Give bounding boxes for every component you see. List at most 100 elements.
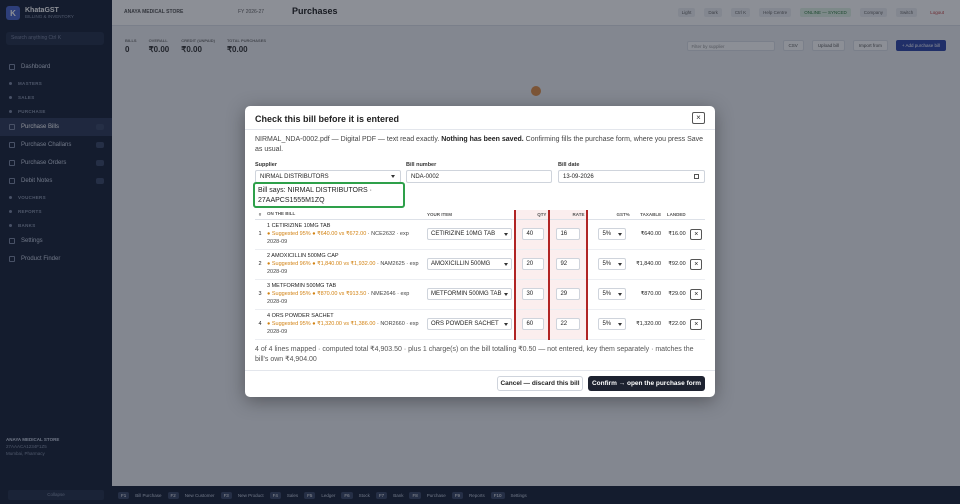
item-cell: ORS POWDER SACHET	[425, 309, 516, 340]
item-cell: CETIRIZINE 10MG TAB	[425, 219, 516, 250]
desc-not-saved: Nothing has been saved.	[441, 136, 524, 143]
gst-cell: 5%	[587, 279, 632, 310]
close-icon[interactable]: ×	[692, 112, 705, 124]
remove-cell: ×	[687, 309, 705, 340]
mapping-summary: 4 of 4 lines mapped · computed total ₹4,…	[255, 346, 694, 363]
column-header: GST%	[587, 210, 632, 220]
bill-item-detail: ● Suggested 95% ● ₹640.00 vs ₹672.00 · N…	[267, 230, 423, 246]
column-header: YOUR ITEM	[425, 210, 516, 220]
bill-lines-table: # ON THE BILL YOUR ITEM QTY RATE GST% TAXABLE L…	[255, 210, 705, 340]
table-row: 33 METFORMIN 500MG TAB ● Suggested 95% ● …	[255, 279, 705, 310]
bill-date-input[interactable]: 13-09-2026	[558, 170, 705, 183]
qty-cell: 60	[514, 309, 551, 340]
suggestion: ● Suggested 95% ● ₹870.00 vs ₹913.50	[267, 291, 367, 297]
bill-number-label: Bill number	[406, 162, 437, 168]
remove-line-icon[interactable]: ×	[690, 228, 703, 240]
column-header: LANDED	[663, 210, 688, 220]
bill-line: 2 AMOXICILLIN 500MG CAP ● Suggested 96% ●…	[265, 249, 425, 280]
landed-value: ₹29.00	[663, 279, 688, 310]
column-header: RATE	[549, 210, 589, 220]
item-select[interactable]: CETIRIZINE 10MG TAB	[427, 228, 513, 240]
qty-input[interactable]: 40	[522, 228, 545, 240]
bill-line: 3 METFORMIN 500MG TAB ● Suggested 95% ● ₹…	[265, 279, 425, 310]
remove-line-icon[interactable]: ×	[690, 288, 703, 300]
item-cell: AMOXICILLIN 500MG	[425, 249, 516, 280]
rate-cell: 92	[549, 249, 589, 280]
gst-select[interactable]: 5%	[598, 228, 627, 240]
table-row: 22 AMOXICILLIN 500MG CAP ● Suggested 96% …	[255, 249, 705, 280]
line-number: 2	[255, 249, 265, 280]
table-row: 11 CETIRIZINE 10MG TAB ● Suggested 95% ● …	[255, 219, 705, 250]
rate-cell: 16	[549, 219, 589, 250]
remove-cell: ×	[687, 219, 705, 250]
suggestion: ● Suggested 95% ● ₹640.00 vs ₹672.00	[267, 231, 367, 237]
taxable-value: ₹1,320.00	[631, 309, 664, 340]
qty-input[interactable]: 30	[522, 288, 545, 300]
gst-cell: 5%	[587, 219, 632, 250]
desc-file: NIRMAL_NDA-0002.pdf — Digital PDF — text…	[255, 136, 442, 143]
qty-input[interactable]: 60	[522, 318, 545, 330]
bill-item-name: 4 ORS POWDER SACHET	[267, 313, 334, 319]
dialog-description: NIRMAL_NDA-0002.pdf — Digital PDF — text…	[255, 135, 705, 155]
column-header-actions	[687, 210, 705, 220]
divider	[245, 370, 715, 371]
bill-item-detail: ● Suggested 96% ● ₹1,840.00 vs ₹1,932.00…	[267, 260, 423, 276]
line-number: 3	[255, 279, 265, 310]
rate-input[interactable]: 92	[556, 258, 581, 270]
item-cell: METFORMIN 500MG TAB	[425, 279, 516, 310]
rate-input[interactable]: 22	[556, 318, 581, 330]
calendar-icon[interactable]	[694, 174, 699, 179]
bill-item-name: 2 AMOXICILLIN 500MG CAP	[267, 253, 339, 259]
gst-select[interactable]: 5%	[598, 318, 627, 330]
gst-select[interactable]: 5%	[598, 288, 627, 300]
bill-line: 1 CETIRIZINE 10MG TAB ● Suggested 95% ● ₹…	[265, 219, 425, 250]
column-header: TAXABLE	[631, 210, 664, 220]
remove-cell: ×	[687, 249, 705, 280]
bill-number-input[interactable]: NDA-0002	[406, 170, 552, 183]
remove-cell: ×	[687, 279, 705, 310]
table-row: 44 ORS POWDER SACHET ● Suggested 95% ● ₹1…	[255, 309, 705, 340]
rate-cell: 22	[549, 309, 589, 340]
landed-value: ₹16.00	[663, 219, 688, 250]
bill-item-name: 3 METFORMIN 500MG TAB	[267, 283, 337, 289]
remove-line-icon[interactable]: ×	[690, 258, 703, 270]
table-header: # ON THE BILL YOUR ITEM QTY RATE GST% TAXABLE L…	[255, 210, 705, 220]
landed-value: ₹22.00	[663, 309, 688, 340]
divider	[245, 129, 715, 130]
supplier-label: Supplier	[255, 162, 278, 168]
landed-value: ₹92.00	[663, 249, 688, 280]
bill-line: 4 ORS POWDER SACHET ● Suggested 95% ● ₹1,…	[265, 309, 425, 340]
qty-input[interactable]: 20	[522, 258, 545, 270]
taxable-value: ₹1,840.00	[631, 249, 664, 280]
gst-cell: 5%	[587, 309, 632, 340]
item-select[interactable]: AMOXICILLIN 500MG	[427, 258, 513, 270]
taxable-value: ₹870.00	[631, 279, 664, 310]
remove-line-icon[interactable]: ×	[690, 318, 703, 330]
table-body: 11 CETIRIZINE 10MG TAB ● Suggested 95% ● …	[255, 219, 705, 340]
suggestion: ● Suggested 95% ● ₹1,320.00 vs ₹1,386.00	[267, 321, 376, 327]
qty-cell: 30	[514, 279, 551, 310]
rate-input[interactable]: 29	[556, 288, 581, 300]
bill-item-detail: ● Suggested 95% ● ₹870.00 vs ₹913.50 · N…	[267, 290, 423, 306]
gst-cell: 5%	[587, 249, 632, 280]
cancel-button[interactable]: Cancel — discard this bill	[497, 376, 583, 391]
line-number: 1	[255, 219, 265, 250]
column-header: QTY	[514, 210, 551, 220]
suggestion: ● Suggested 96% ● ₹1,840.00 vs ₹1,932.00	[267, 261, 376, 267]
bill-item-name: 1 CETIRIZINE 10MG TAB	[267, 223, 331, 229]
column-header: ON THE BILL	[265, 210, 425, 220]
confirm-button[interactable]: Confirm → open the purchase form	[588, 376, 705, 391]
qty-cell: 40	[514, 219, 551, 250]
qty-cell: 20	[514, 249, 551, 280]
item-select[interactable]: METFORMIN 500MG TAB	[427, 288, 513, 300]
dialog-title: Check this bill before it is entered	[255, 114, 400, 124]
column-header: #	[255, 210, 265, 220]
gst-select[interactable]: 5%	[598, 258, 627, 270]
rate-input[interactable]: 16	[556, 228, 581, 240]
check-bill-dialog: Check this bill before it is entered × N…	[245, 106, 715, 397]
rate-cell: 29	[549, 279, 589, 310]
taxable-value: ₹640.00	[631, 219, 664, 250]
item-select[interactable]: ORS POWDER SACHET	[427, 318, 513, 330]
bill-date-value: 13-09-2026	[563, 174, 594, 180]
supplier-match-hint: Bill says: NIRMAL DISTRIBUTORS · 27AAPCS…	[253, 182, 405, 208]
